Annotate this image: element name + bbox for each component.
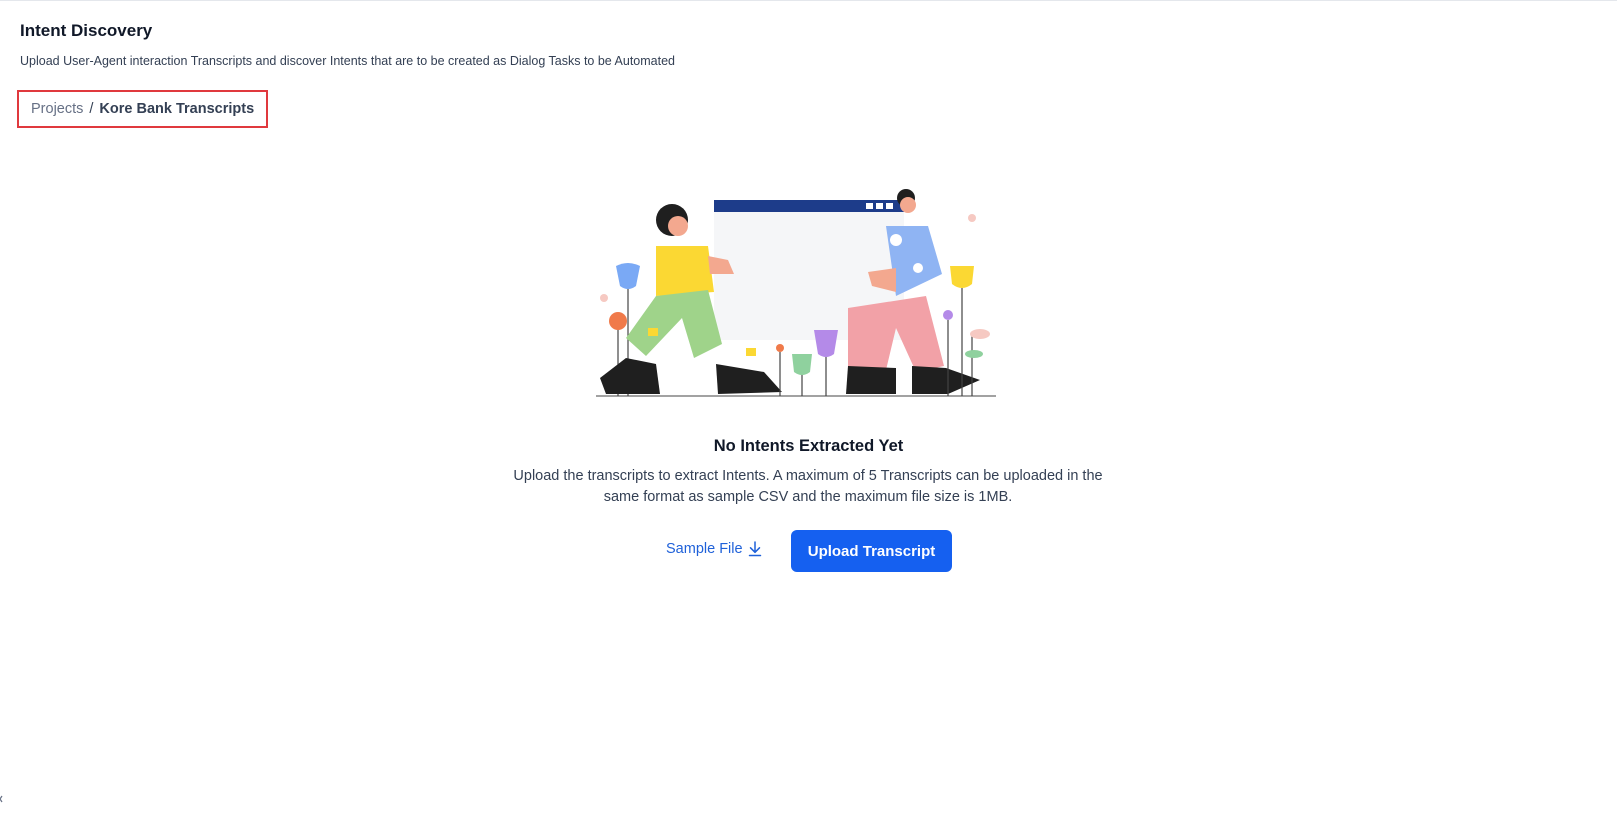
breadcrumb-current: Kore Bank Transcripts bbox=[99, 101, 255, 117]
page-title: Intent Discovery bbox=[20, 21, 153, 40]
breadcrumb-projects-link[interactable]: Projects bbox=[31, 101, 83, 117]
breadcrumb-separator: / bbox=[89, 101, 94, 117]
collapse-handle-icon[interactable] bbox=[0, 790, 10, 808]
download-icon bbox=[748, 541, 762, 557]
sample-file-link[interactable]: Sample File bbox=[666, 541, 762, 557]
empty-state-description: Upload the transcripts to extract Intent… bbox=[513, 468, 1103, 505]
page-subtitle: Upload User-Agent interaction Transcript… bbox=[20, 54, 675, 68]
upload-transcript-button[interactable]: Upload Transcript bbox=[791, 530, 952, 572]
top-divider bbox=[0, 0, 1617, 1]
empty-state-illustration bbox=[596, 188, 1016, 410]
empty-state-title: No Intents Extracted Yet bbox=[713, 437, 904, 455]
sample-file-label: Sample File bbox=[666, 541, 743, 557]
breadcrumb: Projects / Kore Bank Transcripts bbox=[17, 90, 268, 128]
